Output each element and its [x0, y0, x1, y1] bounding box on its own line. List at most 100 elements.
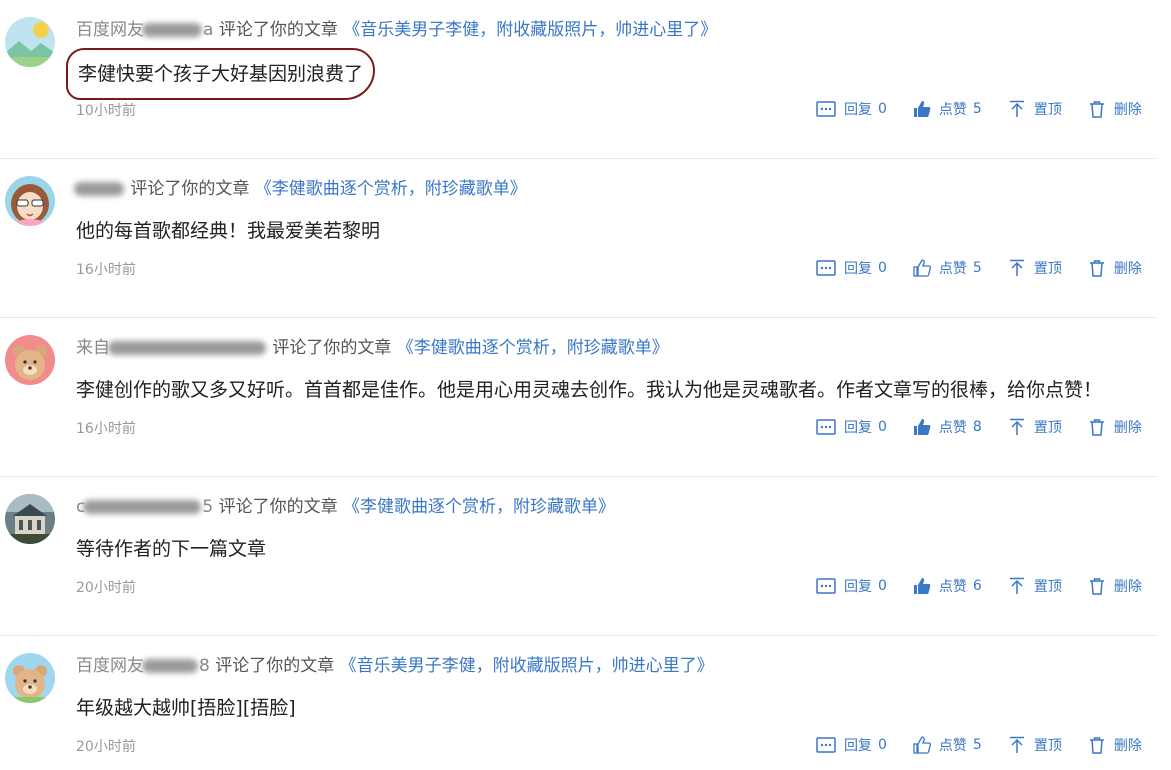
like-count: 5 [972, 101, 982, 117]
reply-button[interactable]: 回复 0 [816, 735, 887, 755]
bear-pink-avatar [5, 335, 55, 385]
username-suffix: a [203, 20, 214, 40]
reply-button[interactable]: 回复 0 [816, 576, 887, 596]
landscape-avatar [5, 17, 55, 67]
reply-label: 回复 [844, 579, 872, 595]
delete-label: 删除 [1113, 420, 1142, 436]
pin-button[interactable]: 置顶 [1008, 258, 1062, 278]
delete-button[interactable]: 删除 [1088, 576, 1142, 596]
username[interactable]: c5 [76, 497, 213, 517]
like-label: 点赞 [938, 579, 967, 595]
comment-actions: 回复 0 点赞 6 置顶 删除 [816, 574, 1142, 598]
pin-button[interactable]: 置顶 [1008, 576, 1062, 596]
comment-icon [816, 737, 836, 753]
article-link[interactable]: 《音乐美男子李健，附收藏版照片，帅进心里了》 [340, 656, 714, 676]
username[interactable]: 百度网友 8 [76, 656, 210, 676]
delete-button[interactable]: 删除 [1088, 417, 1142, 437]
avatar[interactable] [5, 17, 55, 67]
commented-label: 评论了你的文章 [272, 338, 392, 358]
username-prefix: 百度网友 [76, 20, 144, 40]
like-button[interactable]: 点赞 5 [913, 99, 982, 119]
comment-actions: 回复 0 点赞 5 置顶 删除 [816, 733, 1142, 757]
comment-header: 来自 评论了你的文章 《李健歌曲逐个赏析，附珍藏歌单》 [76, 336, 669, 360]
comment-time: 20小时前 [76, 580, 136, 596]
comment-time: 16小时前 [76, 421, 136, 437]
username[interactable] [74, 179, 125, 199]
comment-header: 评论了你的文章 《李健歌曲逐个赏析，附珍藏歌单》 [74, 177, 527, 201]
username-redaction [108, 341, 266, 355]
comment-feed: 百度网友 a 评论了你的文章 《音乐美男子李健，附收藏版照片，帅进心里了》 李健快… [0, 0, 1171, 770]
article-link[interactable]: 《李健歌曲逐个赏析，附珍藏歌单》 [343, 497, 615, 517]
comment-header: 百度网友 8 评论了你的文章 《音乐美男子李健，附收藏版照片，帅进心里了》 [76, 654, 714, 678]
comment-text: 他的每首歌都经典！我最爱美若黎明 [76, 220, 381, 242]
thumbs-up-icon [913, 101, 931, 117]
trash-icon [1089, 101, 1104, 118]
comment-text: 李健创作的歌又多又好听。首首都是佳作。他是用心用灵魂去创作。我认为他是灵魂歌者。… [76, 379, 1103, 401]
delete-button[interactable]: 删除 [1088, 258, 1142, 278]
reply-count: 0 [878, 737, 887, 753]
comment-header: 百度网友 a 评论了你的文章 《音乐美男子李健，附收藏版照片，帅进心里了》 [76, 18, 717, 42]
reply-button[interactable]: 回复 0 [816, 258, 887, 278]
like-button[interactable]: 点赞 8 [913, 417, 982, 437]
building-photo-avatar [5, 494, 55, 544]
reply-button[interactable]: 回复 0 [816, 417, 887, 437]
like-count: 5 [972, 260, 982, 276]
pin-to-top-icon [1009, 418, 1024, 435]
comment-item: 来自 评论了你的文章 《李健歌曲逐个赏析，附珍藏歌单》 李健创作的歌又多又好听。… [0, 318, 1171, 477]
username-prefix: 百度网友 [76, 656, 144, 676]
commented-label: 评论了你的文章 [218, 497, 338, 517]
like-label: 点赞 [938, 420, 967, 436]
pin-button[interactable]: 置顶 [1008, 99, 1062, 119]
username[interactable]: 来自 [76, 338, 267, 358]
like-button[interactable]: 点赞 6 [913, 576, 982, 596]
thumbs-up-outline-icon [913, 736, 931, 754]
like-button[interactable]: 点赞 5 [913, 735, 982, 755]
username[interactable]: 百度网友 a [76, 20, 213, 40]
commented-label: 评论了你的文章 [218, 20, 338, 40]
comment-icon [816, 101, 836, 117]
delete-label: 删除 [1113, 261, 1142, 277]
pin-to-top-icon [1009, 259, 1024, 276]
comment-time: 20小时前 [76, 739, 136, 755]
delete-label: 删除 [1113, 579, 1142, 595]
pin-to-top-icon [1009, 100, 1024, 117]
comment-text: 年级越大越帅[捂脸][捂脸] [76, 697, 296, 719]
comment-time: 16小时前 [76, 262, 136, 278]
commented-label: 评论了你的文章 [215, 656, 335, 676]
comment-actions: 回复 0 点赞 5 置顶 删除 [816, 256, 1142, 280]
article-link[interactable]: 《李健歌曲逐个赏析，附珍藏歌单》 [397, 338, 669, 358]
avatar[interactable] [5, 494, 55, 544]
article-link[interactable]: 《李健歌曲逐个赏析，附珍藏歌单》 [255, 179, 527, 199]
comment-header: c5 评论了你的文章 《李健歌曲逐个赏析，附珍藏歌单》 [76, 495, 615, 519]
like-button[interactable]: 点赞 5 [913, 258, 982, 278]
thumbs-up-icon [913, 578, 931, 594]
pin-button[interactable]: 置顶 [1008, 417, 1062, 437]
thumbs-up-icon [913, 419, 931, 435]
reply-count: 0 [878, 578, 887, 594]
trash-icon [1089, 419, 1104, 436]
girl-sunglasses-avatar [5, 176, 55, 226]
pin-button[interactable]: 置顶 [1008, 735, 1062, 755]
delete-button[interactable]: 删除 [1088, 735, 1142, 755]
comment-icon [816, 419, 836, 435]
reply-label: 回复 [844, 738, 872, 754]
trash-icon [1089, 260, 1104, 277]
reply-button[interactable]: 回复 0 [816, 99, 887, 119]
comment-actions: 回复 0 点赞 5 置顶 删除 [816, 97, 1142, 121]
reply-label: 回复 [844, 102, 872, 118]
pin-label: 置顶 [1033, 102, 1062, 118]
delete-label: 删除 [1113, 102, 1142, 118]
article-link[interactable]: 《音乐美男子李健，附收藏版照片，帅进心里了》 [343, 20, 717, 40]
delete-button[interactable]: 删除 [1088, 99, 1142, 119]
avatar[interactable] [5, 176, 55, 226]
delete-label: 删除 [1113, 738, 1142, 754]
username-redaction [142, 659, 198, 673]
comment-item: c5 评论了你的文章 《李健歌曲逐个赏析，附珍藏歌单》 等待作者的下一篇文章 2… [0, 477, 1171, 636]
trash-icon [1089, 578, 1104, 595]
like-count: 8 [972, 419, 982, 435]
avatar[interactable] [5, 653, 55, 703]
reply-label: 回复 [844, 420, 872, 436]
avatar[interactable] [5, 335, 55, 385]
username-suffix: 8 [199, 656, 210, 676]
comment-actions: 回复 0 点赞 8 置顶 删除 [816, 415, 1142, 439]
